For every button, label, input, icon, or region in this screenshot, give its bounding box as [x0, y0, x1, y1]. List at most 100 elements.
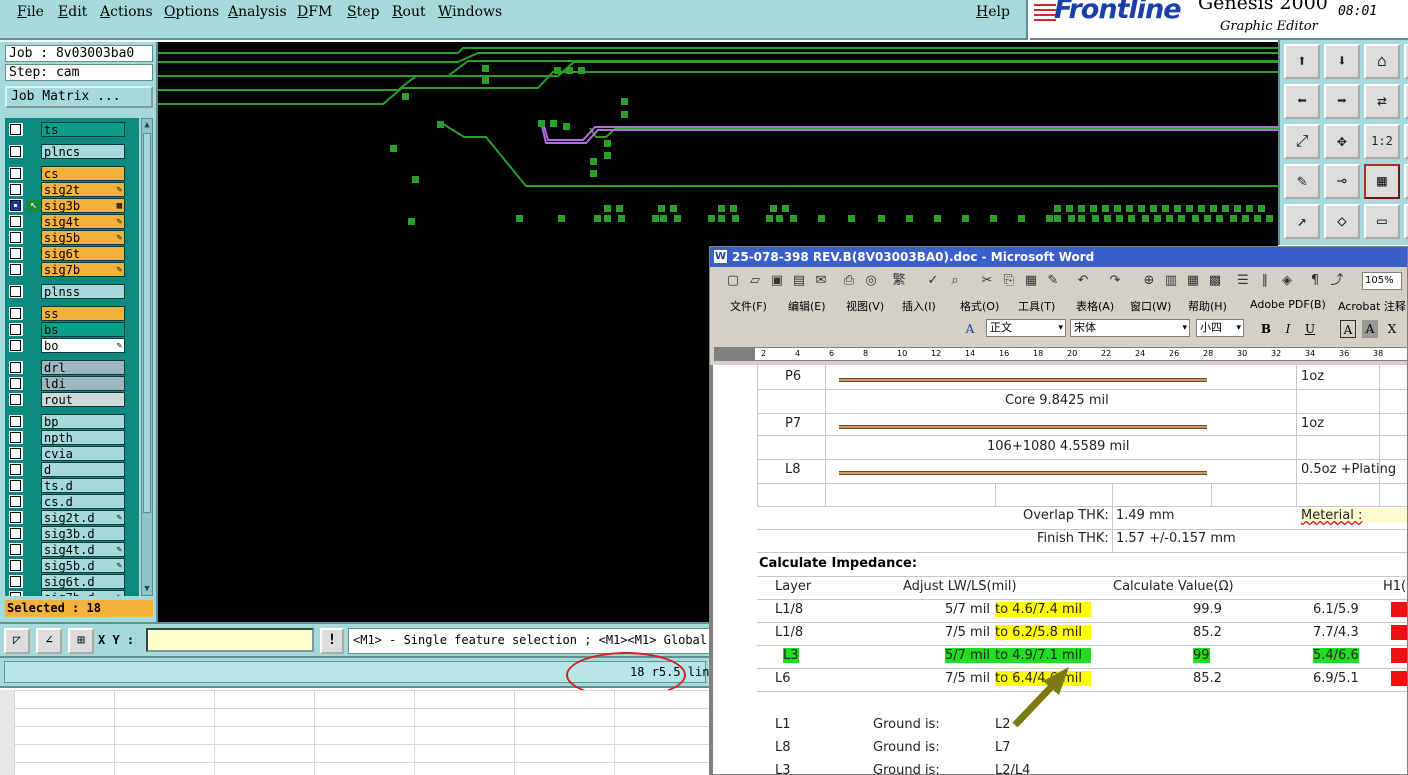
center-icon[interactable]: ✥ — [1324, 124, 1360, 159]
research-icon[interactable]: ⌕ — [946, 272, 964, 290]
word-menu-item[interactable]: 工具(T) — [1018, 298, 1055, 314]
layer-checkbox[interactable] — [10, 124, 21, 135]
layer-checkbox[interactable] — [10, 448, 21, 459]
char-border-button[interactable]: A — [1340, 320, 1356, 338]
layer-checkbox[interactable] — [10, 528, 21, 539]
layer-checkbox[interactable] — [10, 362, 21, 373]
layer-name[interactable]: sig6t — [41, 246, 125, 261]
layer-name[interactable]: cs.d — [41, 494, 125, 509]
layer-checkbox[interactable] — [10, 184, 21, 195]
layer-name[interactable]: d — [41, 462, 125, 477]
ruler[interactable]: 2 4 6 8 10 12 14 16 18 20 22 24 26 28 30 32 34 36 38 — [714, 347, 1407, 361]
layer-checkbox[interactable] — [10, 248, 21, 259]
pen-icon[interactable]: ✎ — [1284, 164, 1320, 199]
extra-icon[interactable]: ▣ — [1404, 204, 1408, 239]
snap-icon[interactable]: ⊹ — [1404, 124, 1408, 159]
layer-checkbox[interactable] — [10, 168, 21, 179]
pointer-icon[interactable]: ↗ — [1284, 204, 1320, 239]
layer-row[interactable]: sig5b ✎ — [5, 230, 139, 245]
move-right-icon[interactable]: ➡ — [1324, 84, 1360, 119]
menu-rout[interactable]: Rout — [392, 4, 426, 20]
layer-row[interactable]: sig7b.d✎ — [5, 590, 139, 596]
angle-mode-icon[interactable]: ∠ — [36, 628, 62, 654]
menu-edit[interactable]: Edit — [58, 4, 87, 20]
layer-checkbox[interactable] — [10, 512, 21, 523]
grid-mode-icon[interactable]: ⊞ — [68, 628, 94, 654]
menu-help[interactable]: Help — [976, 4, 1010, 20]
layer-row[interactable]: plnss — [5, 284, 139, 299]
read-icon[interactable]: ⤴ — [1328, 272, 1346, 290]
insert-table-icon[interactable]: ▦ — [1184, 272, 1202, 290]
layer-name[interactable]: sig4t ✎ — [41, 214, 125, 229]
size-select[interactable]: 小四 — [1196, 319, 1244, 337]
layer-row[interactable]: cs — [5, 166, 139, 181]
move-up-icon[interactable]: ⬆ — [1284, 44, 1320, 79]
layer-row[interactable]: plncs — [5, 144, 139, 159]
layer-name[interactable]: ts — [41, 122, 125, 137]
columns-icon[interactable]: ☰ — [1234, 272, 1252, 290]
permission-icon[interactable]: ▤ — [790, 272, 808, 290]
italic-button[interactable]: I — [1280, 320, 1296, 338]
undo-icon[interactable]: ↶ — [1074, 272, 1092, 290]
word-menu-item[interactable]: 编辑(E) — [788, 298, 826, 314]
layer-checkbox[interactable] — [10, 200, 21, 211]
layer-row[interactable]: ldi — [5, 376, 139, 391]
menu-windows[interactable]: Windows — [438, 4, 502, 20]
layer-checkbox[interactable] — [10, 576, 21, 587]
traditional-chinese-icon[interactable]: 繁 — [890, 272, 908, 290]
layer-checkbox[interactable] — [10, 496, 21, 507]
layer-name[interactable]: ts.d — [41, 478, 125, 493]
layer-name[interactable]: cs — [41, 166, 125, 181]
layer-row[interactable]: cvia — [5, 446, 139, 461]
layer-row[interactable]: bp — [5, 414, 139, 429]
layer-name[interactable]: ldi — [41, 376, 125, 391]
layer-name[interactable]: sig2t ✎ — [41, 182, 125, 197]
tables-borders-icon[interactable]: ▥ — [1162, 272, 1180, 290]
menu-dfm[interactable]: DFM — [297, 4, 332, 20]
scroll-thumb[interactable] — [143, 133, 151, 513]
layer-checkbox[interactable] — [10, 308, 21, 319]
layer-row[interactable]: ts — [5, 122, 139, 137]
layer-row[interactable]: ↖ sig3b ▦ — [5, 198, 139, 213]
layer-checkbox[interactable] — [10, 480, 21, 491]
document-area[interactable]: P6 1oz Core 9.8425 mil P7 1oz 106+1080 4… — [710, 365, 1407, 774]
layer-name[interactable]: sig7b ✎ — [41, 262, 125, 277]
layer-name[interactable]: sig3b ▦ — [41, 198, 125, 213]
layer-name[interactable]: sig7b.d✎ — [41, 590, 125, 596]
fit-icon[interactable]: ⤢ — [1284, 124, 1320, 159]
zoom-icon[interactable]: ⊕ — [1404, 84, 1408, 119]
underline-button[interactable]: U — [1302, 320, 1318, 338]
layer-checkbox[interactable] — [10, 264, 21, 275]
char-shading-button[interactable]: A — [1362, 320, 1378, 338]
layer-checkbox[interactable] — [10, 146, 21, 157]
layer-checkbox[interactable] — [10, 324, 21, 335]
layer-row[interactable]: rout — [5, 392, 139, 407]
ruler-icon[interactable]: ▭ — [1364, 204, 1400, 239]
scroll-up-icon[interactable]: ▲ — [142, 119, 152, 131]
layer-checkbox[interactable] — [10, 416, 21, 427]
layer-name[interactable]: rout — [41, 392, 125, 407]
layers-icon[interactable]: ▦ — [1364, 164, 1400, 199]
show-hide-icon[interactable]: ¶ — [1306, 272, 1324, 290]
rotate-icon[interactable]: ↻ — [1404, 44, 1408, 79]
polygon-icon[interactable]: ◇ — [1324, 204, 1360, 239]
menu-file[interactable]: File — [17, 4, 44, 20]
word-menu-item[interactable]: 文件(F) — [730, 298, 767, 314]
layer-name[interactable]: sig5b ✎ — [41, 230, 125, 245]
layer-row[interactable]: npth — [5, 430, 139, 445]
copy-icon[interactable]: ⎘ — [1000, 272, 1018, 290]
job-matrix-button[interactable]: Job Matrix ... — [5, 86, 153, 108]
doc-map-icon[interactable]: ◈ — [1278, 272, 1296, 290]
spelling-icon[interactable]: ✓ — [924, 272, 942, 290]
measure-icon[interactable]: ⊸ — [1324, 164, 1360, 199]
layer-name[interactable]: plncs — [41, 144, 125, 159]
layer-checkbox[interactable] — [10, 340, 21, 351]
word-menu-item[interactable]: 视图(V) — [846, 298, 884, 314]
excel-icon[interactable]: ▩ — [1206, 272, 1224, 290]
layer-name[interactable]: sig4t.d ✎ — [41, 542, 125, 557]
move-down-icon[interactable]: ⬇ — [1324, 44, 1360, 79]
layer-row[interactable]: bs — [5, 322, 139, 337]
layer-row[interactable]: ts.d — [5, 478, 139, 493]
misc-icon[interactable]: ▭ — [1404, 164, 1408, 199]
zoom-select[interactable]: 105% — [1362, 272, 1402, 290]
